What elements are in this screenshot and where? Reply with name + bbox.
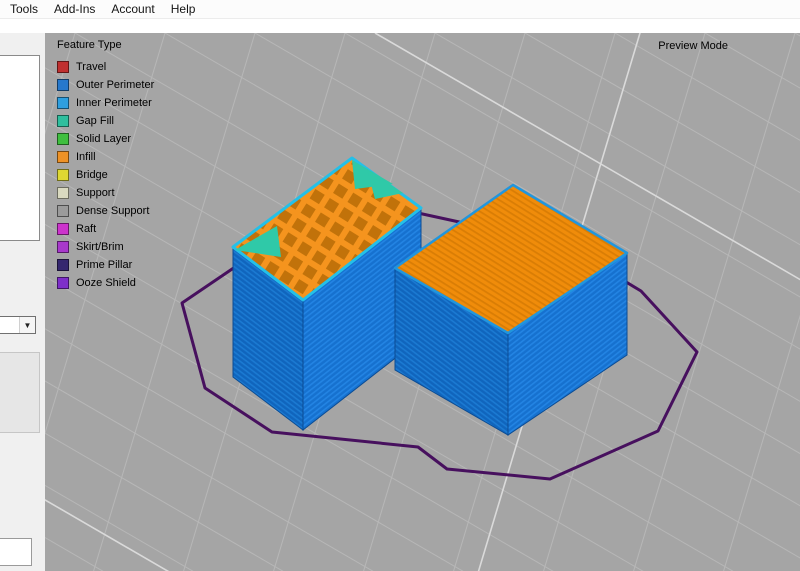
legend-item-label: Outer Perimeter	[76, 79, 154, 91]
legend-swatch	[57, 151, 69, 163]
options-groupbox	[0, 352, 40, 433]
menu-item-help[interactable]: Help	[163, 0, 204, 18]
settings-panel-cropped: ▼	[0, 33, 45, 571]
legend-swatch	[57, 133, 69, 145]
legend-item: Inner Perimeter	[57, 94, 154, 112]
legend-item-label: Skirt/Brim	[76, 241, 124, 253]
legend-item-label: Dense Support	[76, 205, 149, 217]
legend-item-label: Travel	[76, 61, 106, 73]
profile-combobox[interactable]: ▼	[0, 316, 36, 334]
legend-title: Feature Type	[57, 39, 154, 51]
legend-swatch	[57, 61, 69, 73]
legend-list: Travel Outer Perimeter Inner Perimeter Gap …	[57, 58, 154, 292]
process-listbox[interactable]	[0, 55, 40, 241]
legend-swatch	[57, 277, 69, 289]
menubar: ToolsAdd-InsAccountHelp	[0, 0, 800, 19]
legend-item-label: Infill	[76, 151, 96, 163]
3d-viewport[interactable]: Feature Type Travel Outer Perimeter Inner …	[45, 33, 800, 571]
menu-item-account[interactable]: Account	[103, 0, 162, 18]
legend-swatch	[57, 223, 69, 235]
legend-item-label: Support	[76, 187, 115, 199]
legend-swatch	[57, 79, 69, 91]
legend-item: Travel	[57, 58, 154, 76]
legend-item: Solid Layer	[57, 130, 154, 148]
legend-item-label: Ooze Shield	[76, 277, 136, 289]
legend-swatch	[57, 241, 69, 253]
legend-swatch	[57, 187, 69, 199]
legend-item-label: Inner Perimeter	[76, 97, 152, 109]
legend-item-label: Prime Pillar	[76, 259, 132, 271]
legend-swatch	[57, 259, 69, 271]
application-window: ToolsAdd-InsAccountHelp ▼	[0, 0, 800, 571]
feature-type-legend: Feature Type Travel Outer Perimeter Inner …	[57, 39, 154, 292]
chevron-down-icon[interactable]: ▼	[19, 317, 35, 333]
legend-item: Prime Pillar	[57, 256, 154, 274]
legend-item-label: Bridge	[76, 169, 108, 181]
legend-swatch	[57, 115, 69, 127]
legend-item: Ooze Shield	[57, 274, 154, 292]
legend-item-label: Gap Fill	[76, 115, 114, 127]
legend-item: Infill	[57, 148, 154, 166]
legend-item: Dense Support	[57, 202, 154, 220]
legend-item: Bridge	[57, 166, 154, 184]
legend-swatch	[57, 169, 69, 181]
bottom-field-partial[interactable]	[0, 538, 32, 566]
legend-item: Gap Fill	[57, 112, 154, 130]
menu-item-tools[interactable]: Tools	[2, 0, 46, 18]
legend-item: Support	[57, 184, 154, 202]
model-cube-right[interactable]	[395, 185, 627, 435]
legend-item: Raft	[57, 220, 154, 238]
preview-mode-label: Preview Mode	[658, 40, 728, 52]
legend-swatch	[57, 97, 69, 109]
3d-scene[interactable]	[45, 33, 800, 571]
legend-item-label: Raft	[76, 223, 96, 235]
legend-item: Skirt/Brim	[57, 238, 154, 256]
menu-item-add-ins[interactable]: Add-Ins	[46, 0, 103, 18]
legend-swatch	[57, 205, 69, 217]
legend-item-label: Solid Layer	[76, 133, 131, 145]
model-cube-left[interactable]	[233, 158, 421, 430]
legend-item: Outer Perimeter	[57, 76, 154, 94]
